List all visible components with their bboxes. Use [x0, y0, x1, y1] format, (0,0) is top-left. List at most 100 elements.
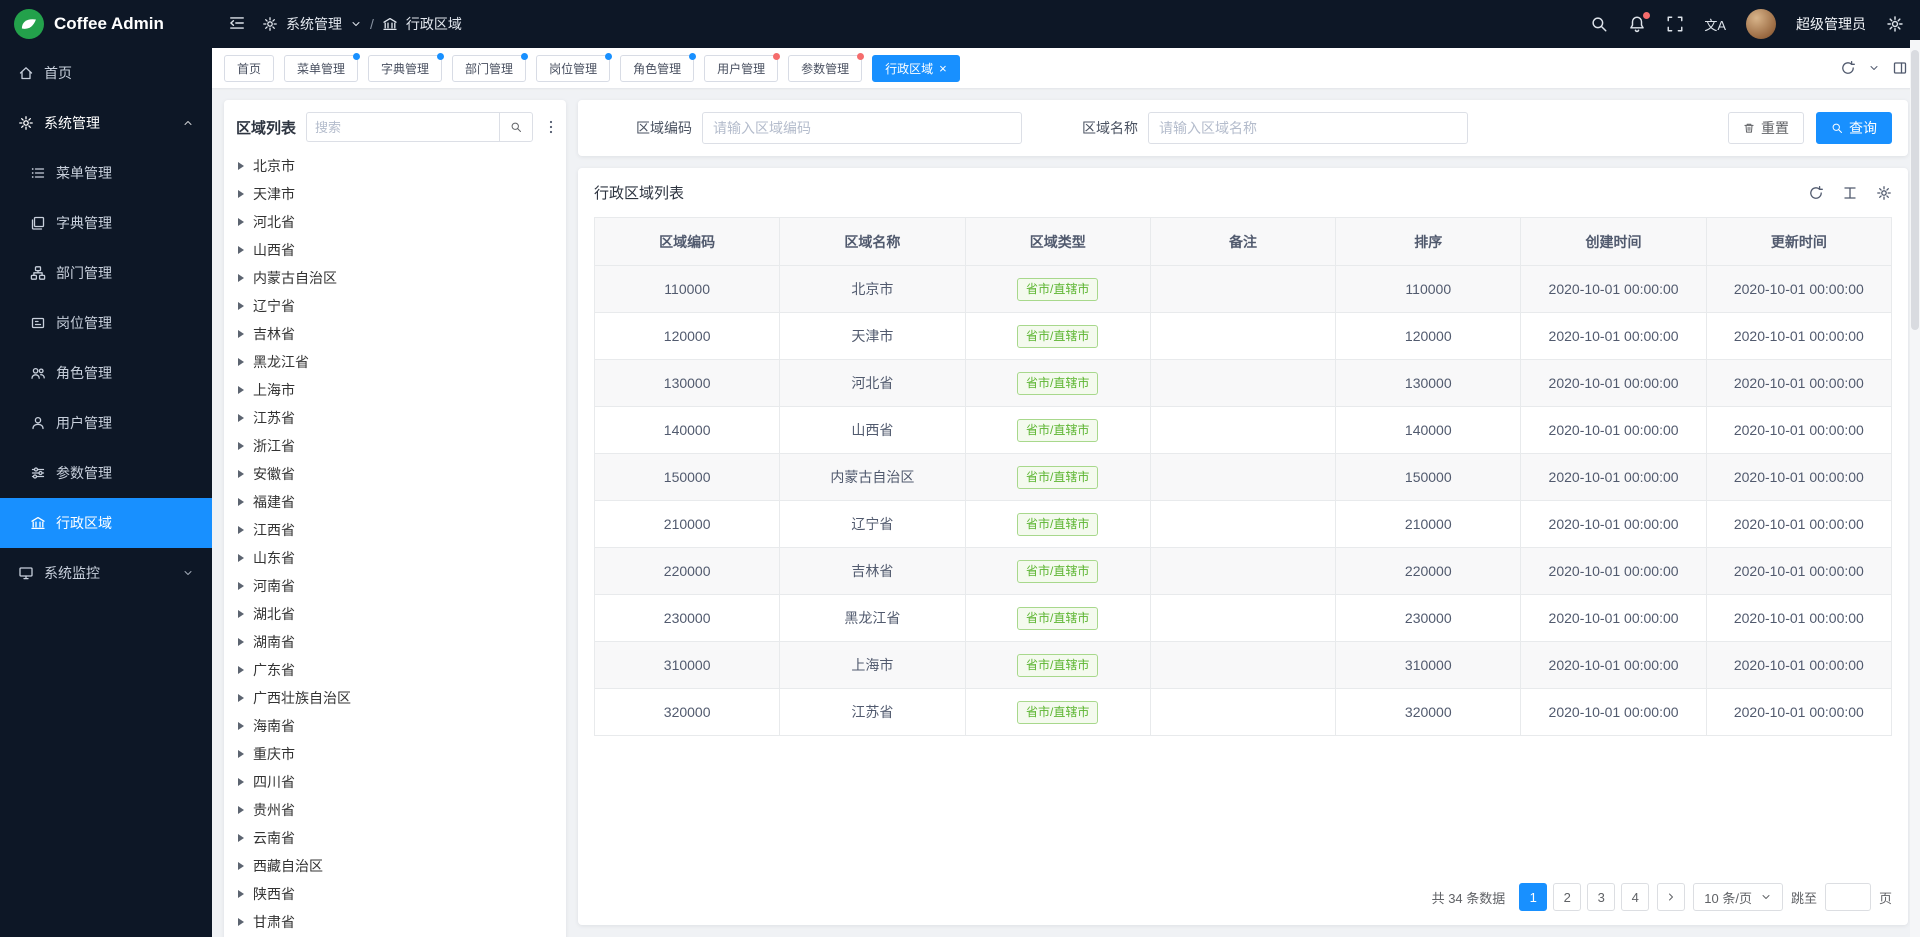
tree-item[interactable]: 黑龙江省: [224, 348, 566, 376]
expand-caret-icon[interactable]: [238, 386, 244, 394]
tree-item[interactable]: 浙江省: [224, 432, 566, 460]
tree-item[interactable]: 广西壮族自治区: [224, 684, 566, 712]
tree-item[interactable]: 福建省: [224, 488, 566, 516]
table-refresh-button[interactable]: [1808, 185, 1824, 201]
table-row[interactable]: 320000 江苏省 省市/直辖市 320000 2020-10-01 00:0…: [595, 689, 1892, 736]
tree-item[interactable]: 北京市: [224, 152, 566, 180]
tree-item[interactable]: 山西省: [224, 236, 566, 264]
tree-item[interactable]: 海南省: [224, 712, 566, 740]
fullscreen-button[interactable]: [1666, 15, 1684, 33]
next-page-button[interactable]: [1657, 883, 1685, 911]
tab[interactable]: 岗位管理: [536, 55, 610, 82]
tab-close-icon[interactable]: ×: [939, 62, 947, 75]
tree-item[interactable]: 西藏自治区: [224, 852, 566, 880]
tree-search-input[interactable]: [306, 112, 499, 142]
reset-button[interactable]: 重置: [1728, 112, 1804, 144]
page-size-select[interactable]: 10 条/页: [1693, 883, 1783, 911]
sidebar-item-user-management[interactable]: 用户管理: [0, 398, 212, 448]
scrollbar-thumb[interactable]: [1911, 50, 1919, 330]
expand-caret-icon[interactable]: [238, 302, 244, 310]
sidebar-item-dictionary-management[interactable]: 字典管理: [0, 198, 212, 248]
collapse-sidebar-button[interactable]: [228, 14, 246, 35]
expand-caret-icon[interactable]: [238, 610, 244, 618]
expand-caret-icon[interactable]: [238, 358, 244, 366]
tree-item[interactable]: 甘肃省: [224, 908, 566, 936]
sidebar-item-region-management[interactable]: 行政区域: [0, 498, 212, 548]
expand-caret-icon[interactable]: [238, 470, 244, 478]
tree-item[interactable]: 辽宁省: [224, 292, 566, 320]
table-row[interactable]: 150000 内蒙古自治区 省市/直辖市 150000 2020-10-01 0…: [595, 454, 1892, 501]
table-row[interactable]: 110000 北京市 省市/直辖市 110000 2020-10-01 00:0…: [595, 266, 1892, 313]
table-row[interactable]: 140000 山西省 省市/直辖市 140000 2020-10-01 00:0…: [595, 407, 1892, 454]
tree-item[interactable]: 湖南省: [224, 628, 566, 656]
table-row[interactable]: 230000 黑龙江省 省市/直辖市 230000 2020-10-01 00:…: [595, 595, 1892, 642]
expand-caret-icon[interactable]: [238, 778, 244, 786]
expand-caret-icon[interactable]: [238, 330, 244, 338]
settings-button[interactable]: [1886, 15, 1904, 33]
expand-caret-icon[interactable]: [238, 218, 244, 226]
sidebar-item-menu-management[interactable]: 菜单管理: [0, 148, 212, 198]
tree-item[interactable]: 江西省: [224, 516, 566, 544]
expand-caret-icon[interactable]: [238, 526, 244, 534]
table-density-button[interactable]: [1842, 185, 1858, 201]
tab[interactable]: 首页: [224, 55, 274, 82]
tab[interactable]: 参数管理: [788, 55, 862, 82]
language-switch-button[interactable]: 文A: [1704, 15, 1726, 34]
user-avatar[interactable]: [1746, 9, 1776, 39]
tree-search-button[interactable]: [499, 112, 533, 142]
tab[interactable]: 用户管理: [704, 55, 778, 82]
expand-caret-icon[interactable]: [238, 638, 244, 646]
sidebar-item-role-management[interactable]: 角色管理: [0, 348, 212, 398]
table-row[interactable]: 210000 辽宁省 省市/直辖市 210000 2020-10-01 00:0…: [595, 501, 1892, 548]
region-code-input[interactable]: [702, 112, 1022, 144]
tab[interactable]: 行政区域 ×: [872, 55, 960, 82]
tree-item[interactable]: 吉林省: [224, 320, 566, 348]
tab[interactable]: 部门管理: [452, 55, 526, 82]
table-settings-button[interactable]: [1876, 185, 1892, 201]
tree-item[interactable]: 江苏省: [224, 404, 566, 432]
tree-item[interactable]: 上海市: [224, 376, 566, 404]
expand-caret-icon[interactable]: [238, 498, 244, 506]
window-scrollbar[interactable]: [1910, 40, 1920, 937]
sidebar-item-parameter-management[interactable]: 参数管理: [0, 448, 212, 498]
sidebar-item-system[interactable]: 系统管理: [0, 98, 212, 148]
tree-item[interactable]: 贵州省: [224, 796, 566, 824]
expand-caret-icon[interactable]: [238, 554, 244, 562]
tab[interactable]: 菜单管理: [284, 55, 358, 82]
page-button[interactable]: 3: [1587, 883, 1615, 911]
tree-item[interactable]: 内蒙古自治区: [224, 264, 566, 292]
tree-item[interactable]: 河北省: [224, 208, 566, 236]
table-row[interactable]: 220000 吉林省 省市/直辖市 220000 2020-10-01 00:0…: [595, 548, 1892, 595]
expand-caret-icon[interactable]: [238, 722, 244, 730]
page-button[interactable]: 2: [1553, 883, 1581, 911]
page-button[interactable]: 1: [1519, 883, 1547, 911]
sidebar-item-home[interactable]: 首页: [0, 48, 212, 98]
tree-item[interactable]: 安徽省: [224, 460, 566, 488]
breadcrumb-parent[interactable]: 系统管理: [286, 14, 342, 34]
tab[interactable]: 角色管理: [620, 55, 694, 82]
tree-item[interactable]: 云南省: [224, 824, 566, 852]
expand-caret-icon[interactable]: [238, 414, 244, 422]
expand-caret-icon[interactable]: [238, 694, 244, 702]
sidebar-item-department-management[interactable]: 部门管理: [0, 248, 212, 298]
expand-caret-icon[interactable]: [238, 162, 244, 170]
sidebar-item-monitor[interactable]: 系统监控: [0, 548, 212, 598]
search-submit-button[interactable]: 查询: [1816, 112, 1892, 144]
expand-caret-icon[interactable]: [238, 274, 244, 282]
tree-item[interactable]: 山东省: [224, 544, 566, 572]
tree-item[interactable]: 广东省: [224, 656, 566, 684]
refresh-tabs-button[interactable]: [1840, 60, 1856, 76]
expand-caret-icon[interactable]: [238, 442, 244, 450]
tree-item[interactable]: 天津市: [224, 180, 566, 208]
toggle-panel-button[interactable]: [1892, 60, 1908, 76]
expand-caret-icon[interactable]: [238, 246, 244, 254]
tree-item[interactable]: 四川省: [224, 768, 566, 796]
table-row[interactable]: 120000 天津市 省市/直辖市 120000 2020-10-01 00:0…: [595, 313, 1892, 360]
expand-caret-icon[interactable]: [238, 750, 244, 758]
expand-caret-icon[interactable]: [238, 582, 244, 590]
sidebar-item-post-management[interactable]: 岗位管理: [0, 298, 212, 348]
expand-caret-icon[interactable]: [238, 806, 244, 814]
tree-item[interactable]: 湖北省: [224, 600, 566, 628]
region-name-input[interactable]: [1148, 112, 1468, 144]
tab-options-button[interactable]: [1868, 62, 1880, 74]
